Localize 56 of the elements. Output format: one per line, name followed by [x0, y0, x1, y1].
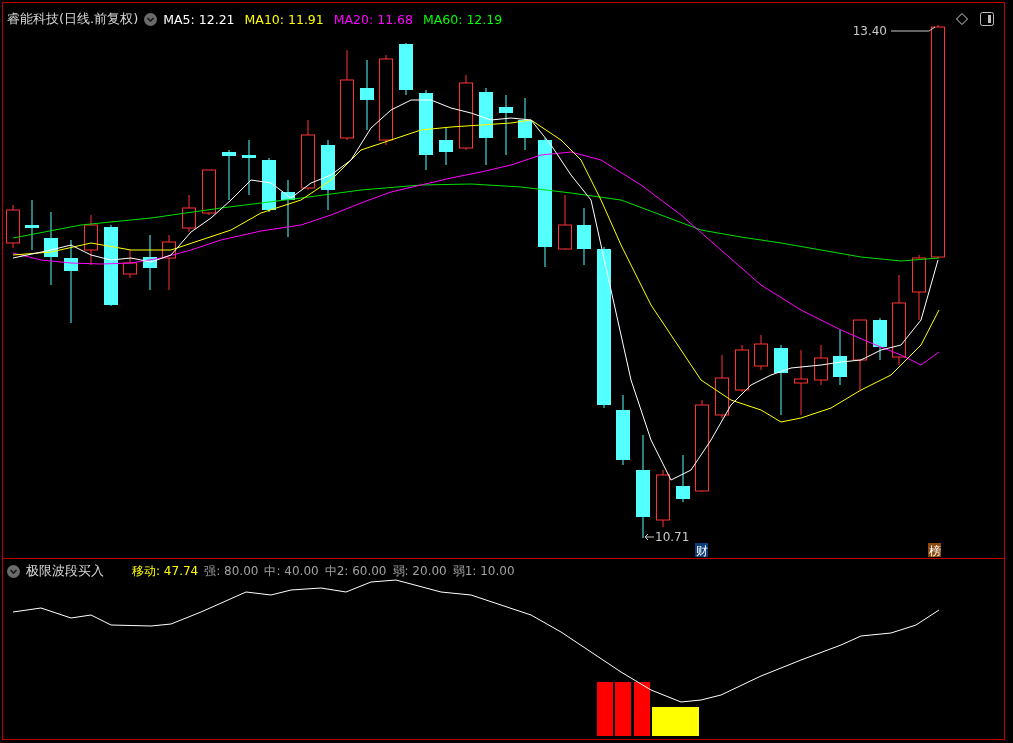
candlestick — [25, 199, 39, 251]
indicator-reading: 弱: 20.00 — [392, 562, 447, 580]
candlestick — [439, 127, 453, 166]
candlestick — [360, 59, 374, 131]
candlestick — [301, 119, 315, 191]
candlestick — [182, 194, 196, 233]
price-label: 10.71 — [655, 530, 690, 544]
indicator-reading: 强: 80.00 — [204, 562, 259, 580]
indicator-reading: 弱1: 10.00 — [452, 562, 515, 580]
candlestick — [833, 329, 847, 386]
candlestick — [715, 354, 729, 419]
stock-title: 睿能科技(日线.前复权) — [7, 10, 139, 28]
candlestick — [262, 157, 276, 213]
indicator-reading: 移动: 47.74 — [132, 562, 199, 580]
candlestick — [222, 149, 236, 201]
candlestick — [794, 349, 808, 416]
indicator-reading: 中2: 60.00 — [324, 562, 387, 580]
indicator-reading: 中: 40.00 — [264, 562, 319, 580]
candlestick — [202, 169, 216, 216]
candlestick — [399, 42, 413, 96]
candlestick — [853, 319, 867, 391]
indicator-reading: MA20: 11.68 — [333, 11, 413, 27]
diamond-icon[interactable] — [956, 13, 968, 25]
candlestick — [873, 317, 887, 361]
candlestick — [558, 194, 572, 251]
candlestick — [281, 179, 295, 238]
leader-line — [890, 26, 936, 32]
candlestick — [676, 454, 690, 503]
indicator-title: 极限波段买入 — [26, 562, 104, 580]
candlestick — [499, 94, 513, 156]
candlestick — [518, 97, 532, 151]
event-badge[interactable]: 财 — [695, 543, 708, 558]
candlestick — [84, 214, 98, 266]
indicator-reading: MA5: 12.21 — [163, 11, 235, 27]
candlestick — [616, 394, 630, 466]
candlestick — [735, 344, 749, 393]
candlestick — [162, 234, 176, 291]
candlestick — [774, 344, 788, 416]
candlestick — [321, 139, 335, 211]
candlestick — [242, 139, 256, 196]
dropdown-icon[interactable] — [7, 564, 20, 578]
leader-line — [644, 533, 655, 541]
indicator-reading: MA60: 12.19 — [423, 11, 503, 27]
candlestick — [656, 469, 670, 528]
price-label: 13.40 — [852, 24, 887, 38]
candlestick — [814, 344, 828, 386]
candlestick — [912, 254, 926, 321]
panel-toggle-icon[interactable] — [980, 12, 994, 26]
event-badge[interactable]: 榜 — [928, 543, 941, 558]
candlestick — [577, 207, 591, 266]
candlestick — [123, 249, 137, 279]
dropdown-icon[interactable] — [144, 12, 158, 26]
candlestick — [6, 204, 20, 249]
candlestick — [754, 334, 768, 371]
indicator-reading: MA10: 11.91 — [244, 11, 324, 27]
candlestick — [143, 234, 157, 291]
